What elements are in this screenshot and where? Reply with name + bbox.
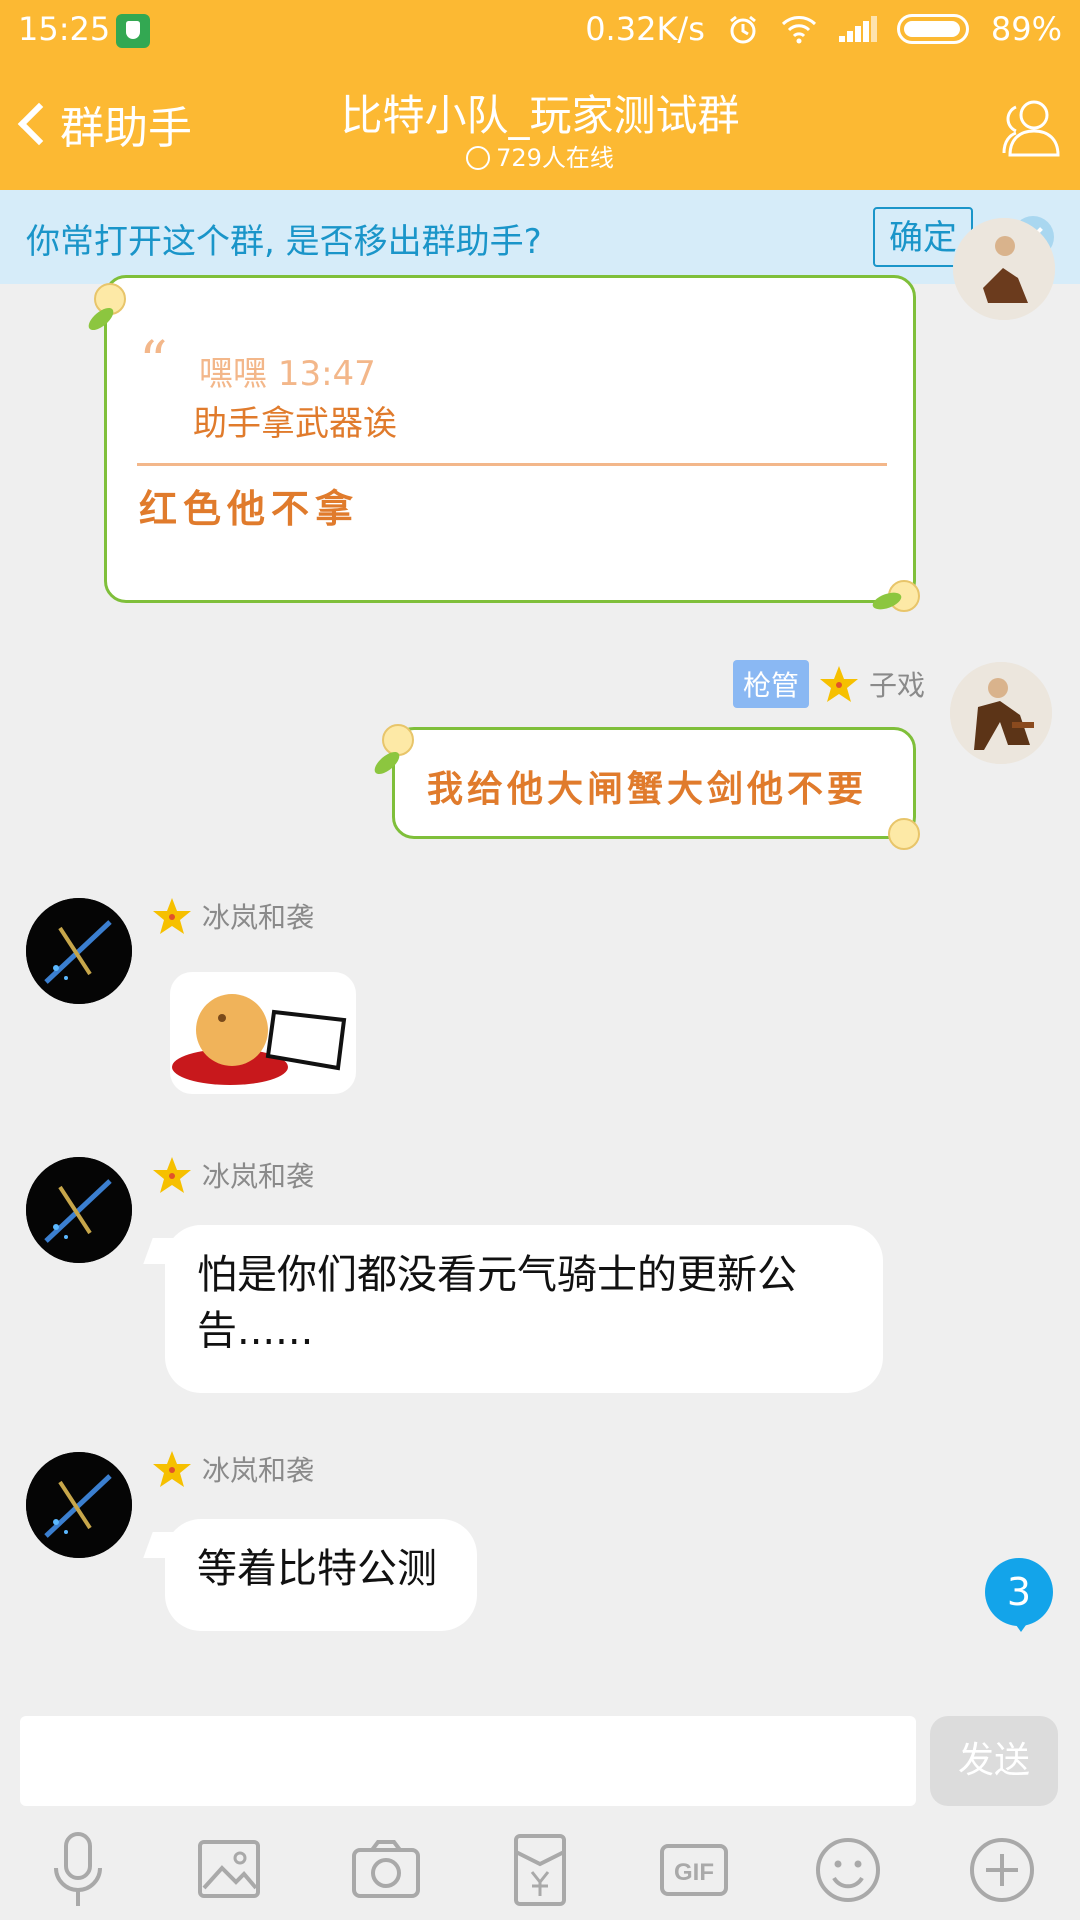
- composer-toolbar: GIF: [0, 1830, 1080, 1920]
- network-speed: 0.32K/s: [585, 10, 705, 48]
- quote-author: 嘿嘿: [199, 354, 267, 394]
- flower-decoration: [382, 724, 414, 756]
- gif-icon[interactable]: GIF: [654, 1830, 734, 1910]
- message-text: 怕是你们都没看元气骑士的更新公告......: [197, 1252, 797, 1354]
- quote-mark: “: [139, 330, 168, 395]
- message-bubble[interactable]: 等着比特公测: [165, 1519, 477, 1631]
- sender-line: 冰岚和袭: [152, 1449, 314, 1489]
- message-bubble[interactable]: 我给他大闸蟹大剑他不要: [392, 727, 916, 839]
- star-icon: [153, 898, 191, 934]
- star-icon: [819, 666, 858, 702]
- message-text: 我给他大闸蟹大剑他不要: [427, 769, 868, 810]
- header-bar: 15:25 0.32K/s 89% 群助手 比特小队_玩家测试群 729人在线: [0, 0, 1080, 190]
- signal-icon: [838, 16, 877, 42]
- battery-icon: [896, 14, 969, 44]
- quote-divider: [137, 463, 887, 466]
- avatar[interactable]: [26, 1452, 132, 1558]
- star-icon: [153, 1451, 191, 1487]
- camera-icon[interactable]: [346, 1830, 426, 1910]
- sender-name: 冰岚和袭: [202, 901, 315, 934]
- quote-header: 嘿嘿 13:47: [199, 346, 376, 395]
- group-profile-icon[interactable]: [996, 95, 1068, 159]
- sender-name: 冰岚和袭: [202, 1454, 315, 1487]
- avatar[interactable]: [26, 1157, 132, 1263]
- image-icon[interactable]: [190, 1830, 270, 1910]
- avatar[interactable]: [953, 218, 1055, 320]
- avatar-image: [26, 1157, 132, 1263]
- red-packet-icon[interactable]: [500, 1830, 580, 1910]
- sender-name: 冰岚和袭: [202, 1160, 315, 1193]
- sticker-image[interactable]: [170, 972, 356, 1094]
- avatar-image: [953, 218, 1055, 320]
- battery-level: 89%: [990, 10, 1062, 48]
- plus-icon[interactable]: [962, 1830, 1042, 1910]
- security-app-icon: [116, 14, 150, 48]
- reply-text: 红色他不拿: [139, 487, 360, 531]
- message-bubble[interactable]: 怕是你们都没看元气骑士的更新公告......: [165, 1225, 883, 1393]
- quote-text: 助手拿武器诶: [193, 404, 397, 444]
- status-right: 0.32K/s 89%: [585, 10, 1062, 48]
- send-button[interactable]: 发送: [930, 1716, 1058, 1806]
- chat-title: 比特小队_玩家测试群: [340, 91, 740, 140]
- avatar[interactable]: [26, 898, 132, 1004]
- composer: 发送 GIF: [0, 1700, 1080, 1920]
- avatar-image: [950, 662, 1052, 764]
- sender-name: 子戏: [868, 669, 925, 702]
- message-text: 等着比特公测: [197, 1546, 437, 1592]
- message-input[interactable]: [20, 1716, 916, 1806]
- avatar-image: [26, 1452, 132, 1558]
- flower-decoration: [888, 818, 920, 850]
- online-text: 729人在线: [496, 144, 614, 172]
- role-badge: 枪管: [732, 660, 809, 708]
- svg-text:GIF: GIF: [674, 1859, 714, 1886]
- avatar-image: [26, 898, 132, 1004]
- status-time: 15:25: [18, 10, 111, 48]
- banner-text: 你常打开这个群, 是否移出群助手?: [26, 222, 542, 262]
- avatar[interactable]: [950, 662, 1052, 764]
- quote-bubble[interactable]: “ 嘿嘿 13:47 助手拿武器诶 红色他不拿: [104, 275, 916, 603]
- quote-time: 13:47: [277, 354, 376, 394]
- online-count: 729人在线: [0, 138, 1080, 173]
- online-icon: [466, 146, 491, 170]
- assistant-banner: 你常打开这个群, 是否移出群助手? 确定: [0, 190, 1080, 284]
- wifi-icon: [781, 16, 816, 44]
- unread-badge[interactable]: 3: [985, 1558, 1053, 1632]
- alarm-icon: [729, 15, 756, 44]
- status-bar: 15:25 0.32K/s 89%: [0, 0, 1080, 62]
- sender-line: 枪管 子戏: [732, 660, 925, 708]
- star-icon: [153, 1157, 191, 1193]
- emoji-icon[interactable]: [808, 1830, 888, 1910]
- mic-icon[interactable]: [38, 1830, 118, 1910]
- sender-line: 冰岚和袭: [152, 896, 314, 936]
- sender-line: 冰岚和袭: [152, 1155, 314, 1195]
